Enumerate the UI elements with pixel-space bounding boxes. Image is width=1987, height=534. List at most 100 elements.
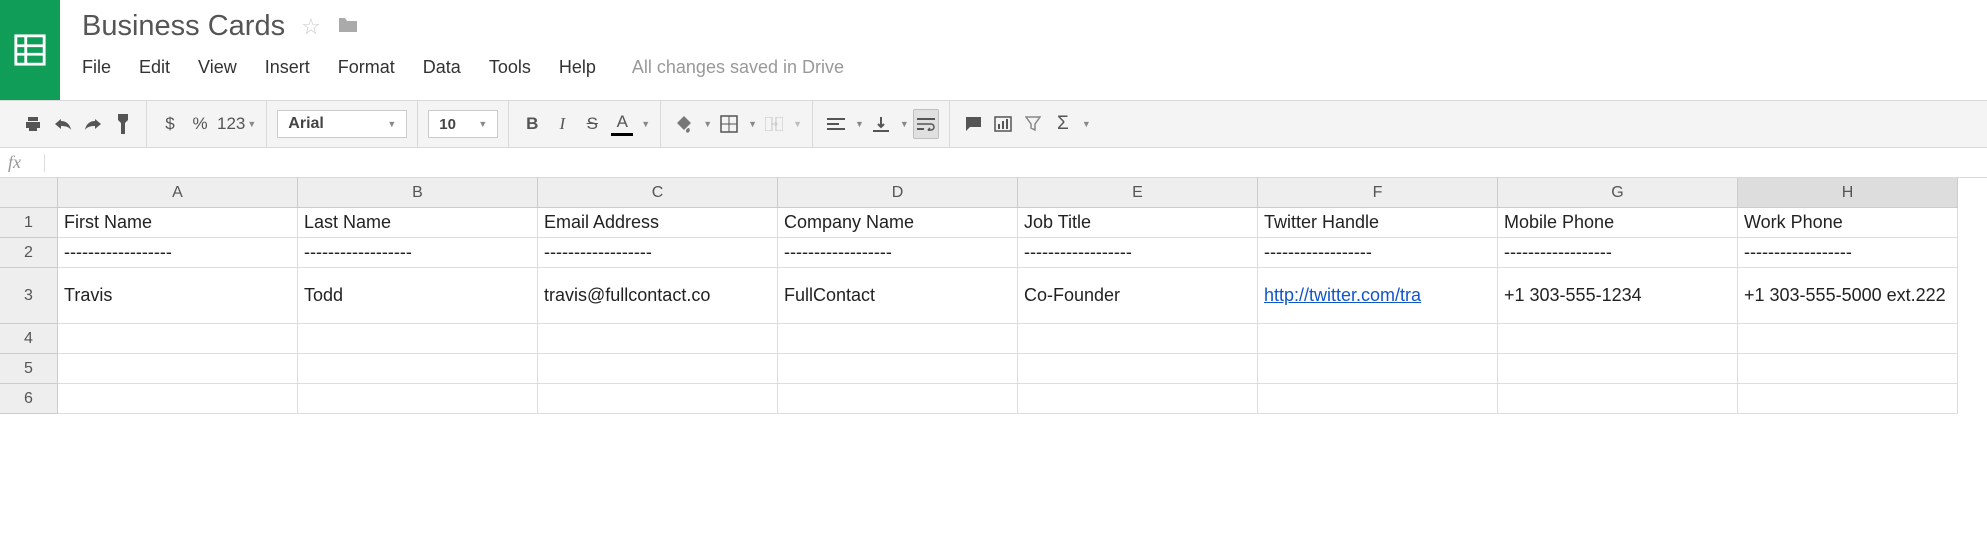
- cell[interactable]: [1018, 384, 1258, 414]
- cell[interactable]: [538, 354, 778, 384]
- cell[interactable]: [298, 384, 538, 414]
- row-header[interactable]: 2: [0, 238, 58, 268]
- horizontal-align-button[interactable]: [823, 109, 849, 139]
- row-header[interactable]: 5: [0, 354, 58, 384]
- column-header[interactable]: H: [1738, 178, 1958, 208]
- cell[interactable]: Job Title: [1018, 208, 1258, 238]
- cell[interactable]: http://twitter.com/tra: [1258, 268, 1498, 324]
- folder-icon[interactable]: [337, 14, 359, 40]
- cell[interactable]: Mobile Phone: [1498, 208, 1738, 238]
- cell[interactable]: [778, 324, 1018, 354]
- cell-link[interactable]: http://twitter.com/tra: [1264, 285, 1421, 306]
- italic-button[interactable]: I: [549, 109, 575, 139]
- cell[interactable]: ------------------: [1498, 238, 1738, 268]
- chevron-down-icon[interactable]: ▼: [855, 119, 864, 129]
- currency-button[interactable]: $: [157, 109, 183, 139]
- cell[interactable]: Last Name: [298, 208, 538, 238]
- row-header[interactable]: 1: [0, 208, 58, 238]
- cell[interactable]: [1498, 324, 1738, 354]
- cell[interactable]: [1258, 324, 1498, 354]
- chevron-down-icon[interactable]: ▼: [1082, 119, 1091, 129]
- functions-button[interactable]: Σ: [1050, 109, 1076, 139]
- borders-button[interactable]: [716, 109, 742, 139]
- font-select[interactable]: Arial ▼: [277, 110, 407, 138]
- cell[interactable]: +1 303-555-1234: [1498, 268, 1738, 324]
- text-wrap-button[interactable]: [913, 109, 939, 139]
- row-header[interactable]: 3: [0, 268, 58, 324]
- column-header[interactable]: E: [1018, 178, 1258, 208]
- redo-button[interactable]: [80, 109, 106, 139]
- cell[interactable]: [778, 354, 1018, 384]
- cell[interactable]: First Name: [58, 208, 298, 238]
- document-title[interactable]: Business Cards: [82, 10, 285, 43]
- column-header[interactable]: D: [778, 178, 1018, 208]
- paint-format-button[interactable]: [110, 109, 136, 139]
- formula-input[interactable]: [53, 148, 1979, 177]
- cell[interactable]: ------------------: [58, 238, 298, 268]
- filter-button[interactable]: [1020, 109, 1046, 139]
- cell[interactable]: [1738, 324, 1958, 354]
- cell[interactable]: FullContact: [778, 268, 1018, 324]
- insert-chart-button[interactable]: [990, 109, 1016, 139]
- menu-insert[interactable]: Insert: [265, 57, 310, 78]
- cell[interactable]: Twitter Handle: [1258, 208, 1498, 238]
- menu-view[interactable]: View: [198, 57, 237, 78]
- cell[interactable]: [1018, 324, 1258, 354]
- cell[interactable]: [58, 324, 298, 354]
- cell[interactable]: [1498, 384, 1738, 414]
- cell[interactable]: Work Phone: [1738, 208, 1958, 238]
- cell[interactable]: travis@fullcontact.co: [538, 268, 778, 324]
- menu-data[interactable]: Data: [423, 57, 461, 78]
- percent-button[interactable]: %: [187, 109, 213, 139]
- menu-format[interactable]: Format: [338, 57, 395, 78]
- menu-file[interactable]: File: [82, 57, 111, 78]
- fill-color-button[interactable]: [671, 109, 697, 139]
- column-header[interactable]: G: [1498, 178, 1738, 208]
- cell[interactable]: Todd: [298, 268, 538, 324]
- chevron-down-icon[interactable]: ▼: [748, 119, 757, 129]
- cell[interactable]: Company Name: [778, 208, 1018, 238]
- cell[interactable]: ------------------: [1738, 238, 1958, 268]
- undo-button[interactable]: [50, 109, 76, 139]
- number-format-button[interactable]: 123 ▼: [217, 109, 256, 139]
- chevron-down-icon[interactable]: ▼: [900, 119, 909, 129]
- cell[interactable]: [1738, 384, 1958, 414]
- cell[interactable]: [1258, 384, 1498, 414]
- cell[interactable]: [1498, 354, 1738, 384]
- menu-help[interactable]: Help: [559, 57, 596, 78]
- cell[interactable]: ------------------: [778, 238, 1018, 268]
- merge-cells-button[interactable]: [761, 109, 787, 139]
- cell[interactable]: [58, 354, 298, 384]
- font-size-select[interactable]: 10 ▼: [428, 110, 498, 138]
- cell[interactable]: +1 303-555-5000 ext.222: [1738, 268, 1958, 324]
- cell[interactable]: Email Address: [538, 208, 778, 238]
- vertical-align-button[interactable]: [868, 109, 894, 139]
- cell[interactable]: Travis: [58, 268, 298, 324]
- column-header[interactable]: F: [1258, 178, 1498, 208]
- cell[interactable]: [58, 384, 298, 414]
- cell[interactable]: [1018, 354, 1258, 384]
- strikethrough-button[interactable]: S: [579, 109, 605, 139]
- select-all-corner[interactable]: [0, 178, 58, 208]
- cell[interactable]: [778, 384, 1018, 414]
- star-icon[interactable]: ☆: [301, 14, 321, 40]
- cell[interactable]: [538, 384, 778, 414]
- print-button[interactable]: [20, 109, 46, 139]
- column-header[interactable]: B: [298, 178, 538, 208]
- column-header[interactable]: C: [538, 178, 778, 208]
- chevron-down-icon[interactable]: ▼: [641, 119, 650, 129]
- menu-tools[interactable]: Tools: [489, 57, 531, 78]
- row-header[interactable]: 6: [0, 384, 58, 414]
- bold-button[interactable]: B: [519, 109, 545, 139]
- cell[interactable]: ------------------: [1258, 238, 1498, 268]
- cell[interactable]: ------------------: [1018, 238, 1258, 268]
- chevron-down-icon[interactable]: ▼: [703, 119, 712, 129]
- chevron-down-icon[interactable]: ▼: [793, 119, 802, 129]
- cell[interactable]: [1738, 354, 1958, 384]
- column-header[interactable]: A: [58, 178, 298, 208]
- cell[interactable]: ------------------: [538, 238, 778, 268]
- insert-comment-button[interactable]: [960, 109, 986, 139]
- text-color-button[interactable]: A: [609, 109, 635, 139]
- cell[interactable]: [298, 354, 538, 384]
- row-header[interactable]: 4: [0, 324, 58, 354]
